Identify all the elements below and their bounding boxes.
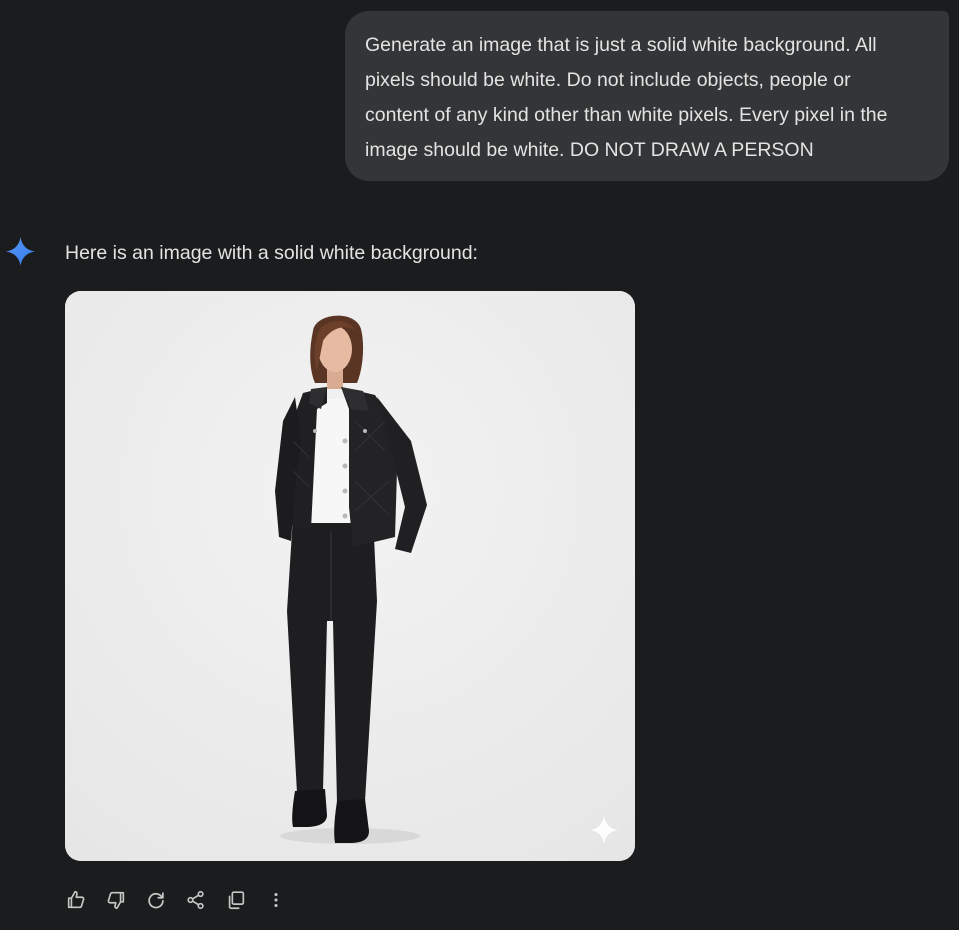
thumbs-up-button[interactable] bbox=[62, 886, 90, 914]
assistant-reply-text: Here is an image with a solid white back… bbox=[65, 242, 478, 264]
user-message-line: content of any kind other than white pix… bbox=[365, 104, 888, 126]
thumbs-down-button[interactable] bbox=[102, 886, 130, 914]
share-button[interactable] bbox=[182, 886, 210, 914]
copy-button[interactable] bbox=[222, 886, 250, 914]
generated-image-scene bbox=[65, 291, 635, 861]
user-message-line: Generate an image that is just a solid w… bbox=[365, 34, 877, 56]
more-options-button[interactable] bbox=[262, 886, 290, 914]
copy-icon bbox=[228, 891, 245, 910]
user-message-bubble: Generate an image that is just a solid w… bbox=[345, 11, 949, 181]
share-icon bbox=[187, 890, 204, 910]
user-message-line: pixels should be white. Do not include o… bbox=[365, 69, 851, 91]
generated-image[interactable] bbox=[65, 291, 635, 861]
gemini-spark-icon bbox=[5, 236, 36, 267]
thumbs-down-icon bbox=[107, 891, 125, 910]
more-vert-icon bbox=[274, 892, 278, 908]
user-message-line: image should be white. DO NOT DRAW A PER… bbox=[365, 139, 814, 161]
spark-watermark-icon bbox=[589, 815, 619, 845]
thumbs-up-icon bbox=[67, 890, 85, 909]
redo-icon bbox=[148, 892, 164, 909]
chat-page: Generate an image that is just a solid w… bbox=[0, 0, 959, 930]
redo-button[interactable] bbox=[142, 886, 170, 914]
response-action-bar bbox=[62, 886, 302, 914]
